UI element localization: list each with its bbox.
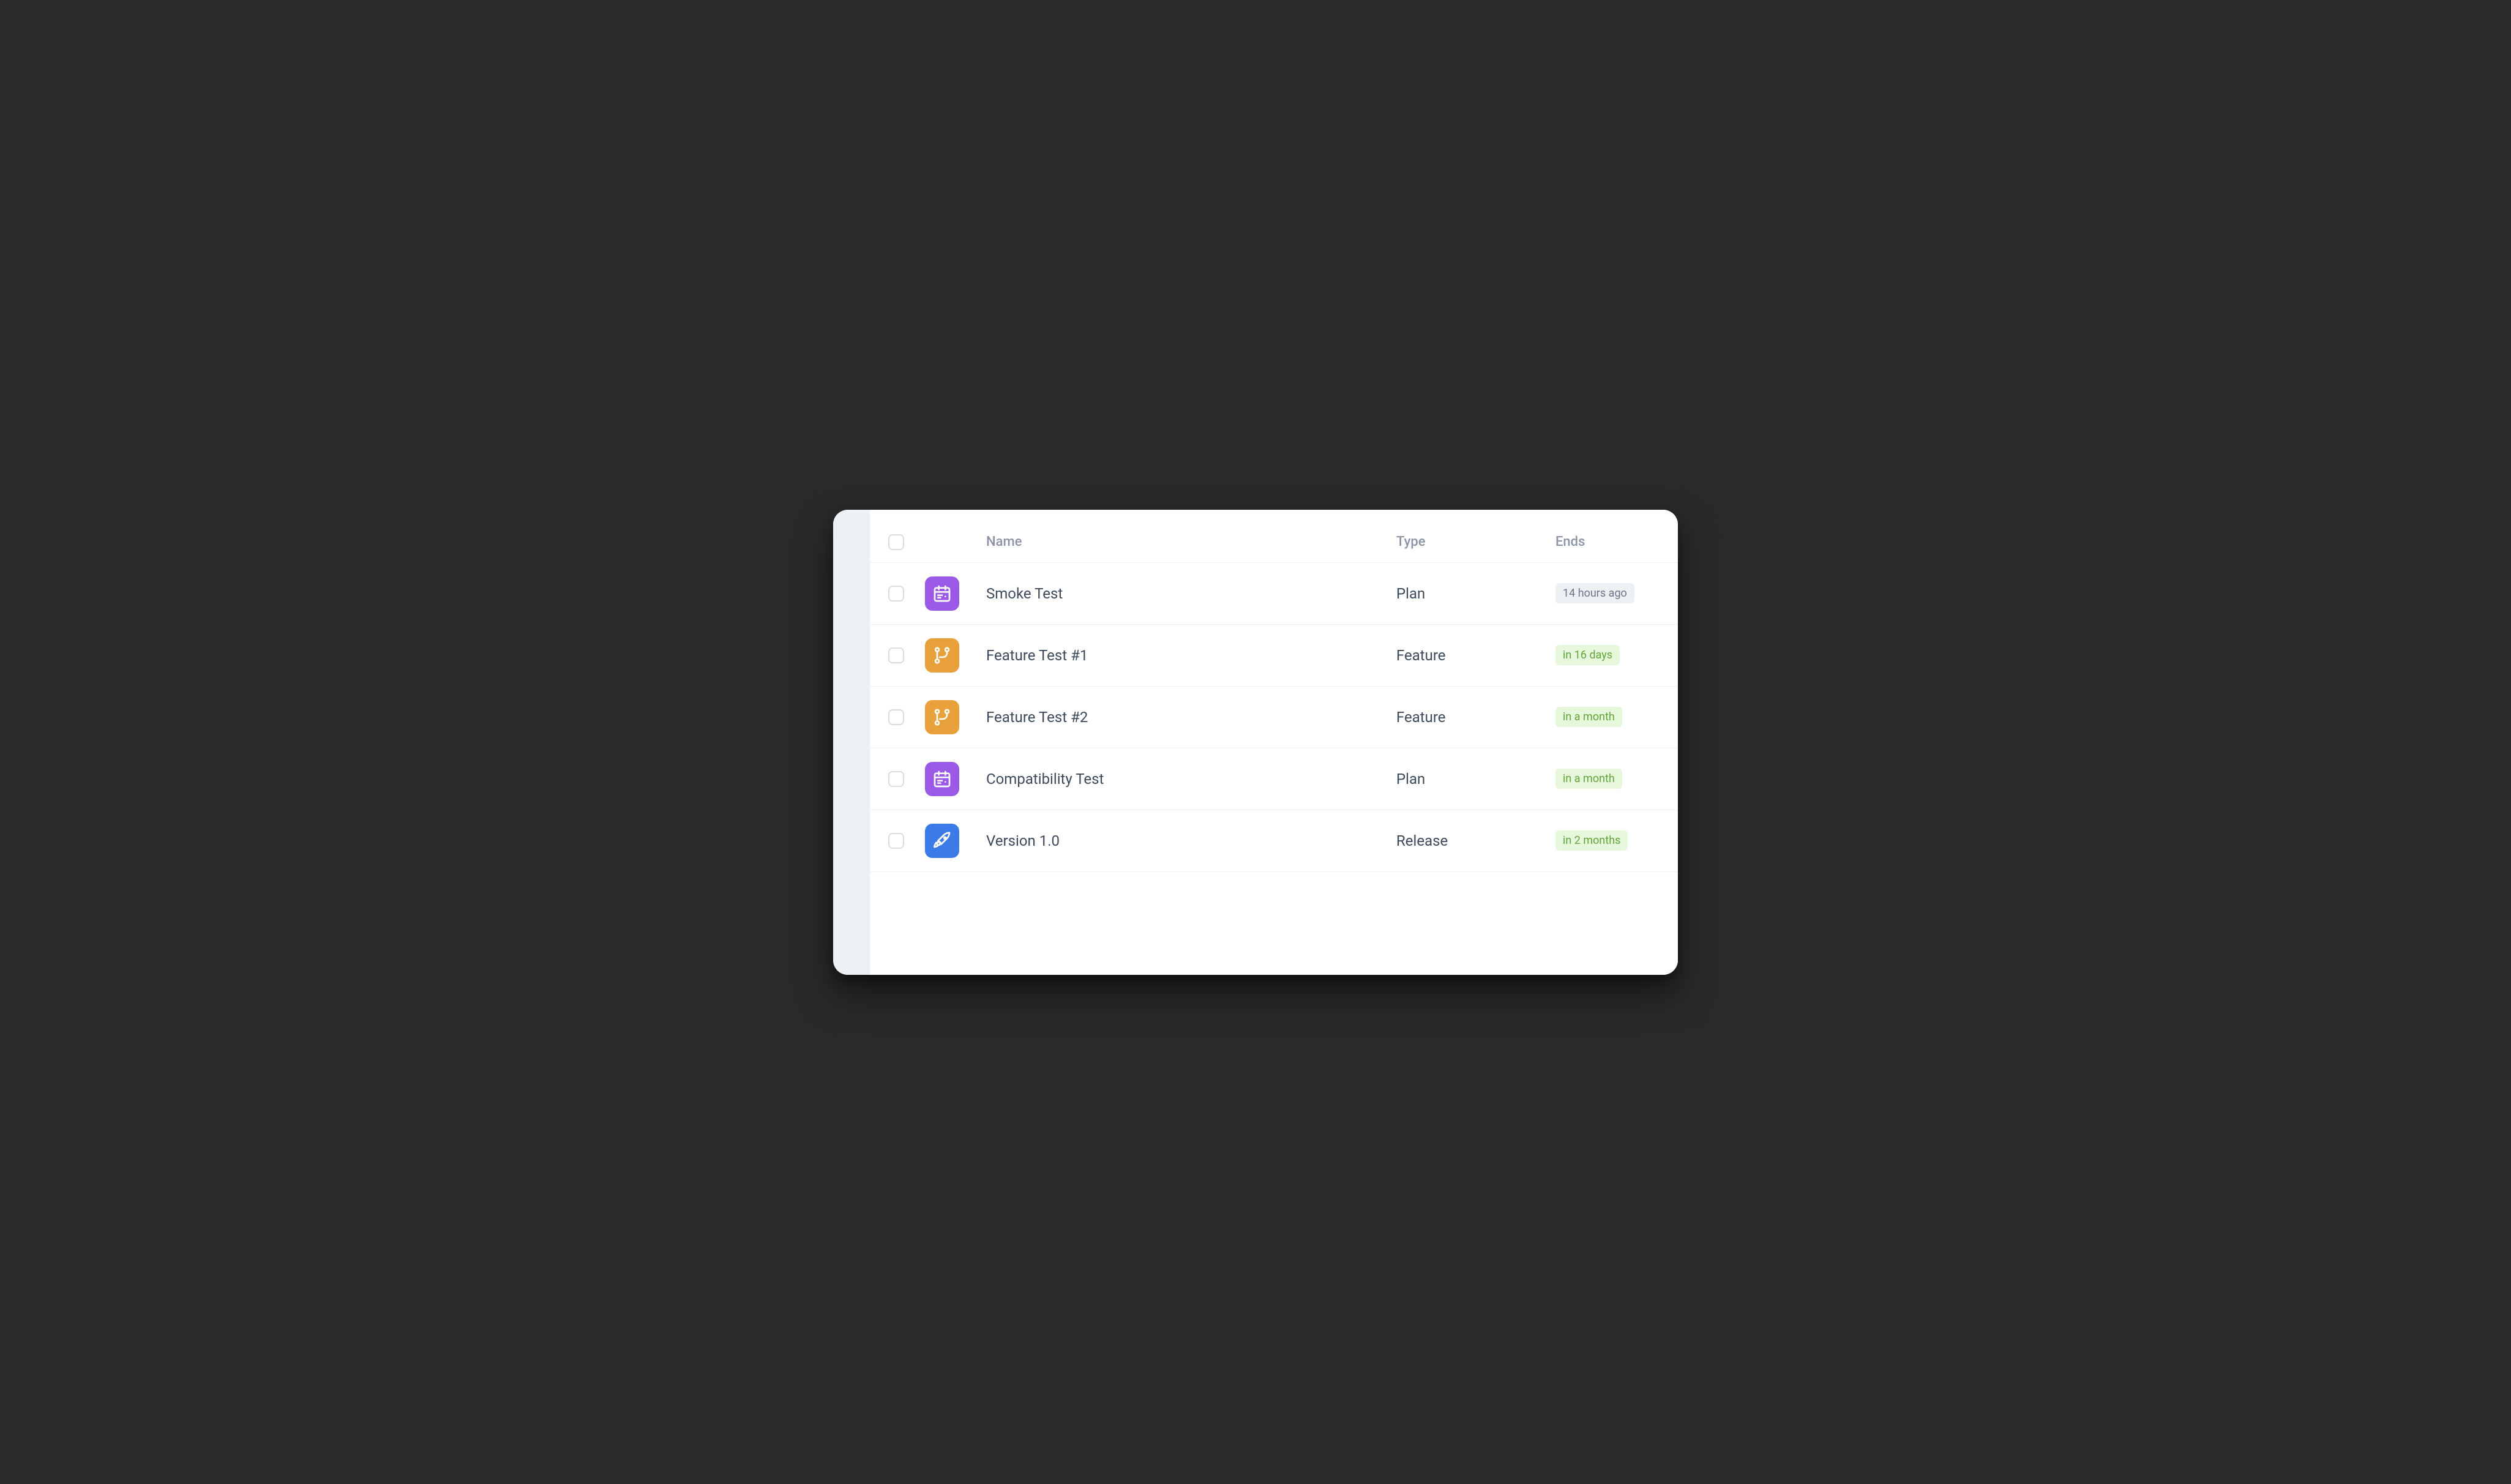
row-name: Feature Test #1 [986, 647, 1088, 664]
rocket-icon [925, 824, 959, 858]
ends-badge: in 2 months [1555, 830, 1628, 851]
main-content: Name Type Ends Smoke Test Plan 14 hours ag… [870, 510, 1678, 975]
row-name: Version 1.0 [986, 832, 1060, 849]
row-checkbox[interactable] [888, 771, 904, 787]
app-window: Name Type Ends Smoke Test Plan 14 hours ag… [833, 510, 1678, 975]
row-type: Feature [1396, 709, 1446, 726]
sidebar-spacer [833, 510, 870, 975]
table-body: Smoke Test Plan 14 hours ago Feature Test #… [870, 563, 1678, 872]
row-type: Feature [1396, 647, 1446, 664]
items-table: Name Type Ends Smoke Test Plan 14 hours ag… [870, 510, 1678, 872]
calendar-icon [925, 576, 959, 611]
table-row[interactable]: Compatibility Test Plan in a month [870, 748, 1678, 810]
row-type: Plan [1396, 770, 1425, 788]
select-all-checkbox[interactable] [888, 534, 904, 550]
column-header-name[interactable]: Name [986, 534, 1022, 550]
column-header-type[interactable]: Type [1396, 534, 1426, 550]
ends-badge: in 16 days [1555, 645, 1620, 665]
ends-badge: 14 hours ago [1555, 583, 1634, 603]
calendar-icon [925, 762, 959, 796]
table-row[interactable]: Version 1.0 Release in 2 months [870, 810, 1678, 872]
row-name: Smoke Test [986, 585, 1063, 602]
column-header-ends[interactable]: Ends [1555, 534, 1585, 550]
ends-badge: in a month [1555, 769, 1622, 789]
row-type: Release [1396, 832, 1448, 849]
table-row[interactable]: Feature Test #2 Feature in a month [870, 687, 1678, 748]
table-row[interactable]: Feature Test #1 Feature in 16 days [870, 625, 1678, 687]
row-checkbox[interactable] [888, 647, 904, 663]
ends-badge: in a month [1555, 707, 1622, 727]
row-name: Feature Test #2 [986, 709, 1088, 726]
row-name: Compatibility Test [986, 770, 1104, 788]
row-checkbox[interactable] [888, 586, 904, 602]
row-type: Plan [1396, 585, 1425, 602]
branch-icon [925, 700, 959, 734]
row-checkbox[interactable] [888, 833, 904, 849]
row-checkbox[interactable] [888, 709, 904, 725]
table-row[interactable]: Smoke Test Plan 14 hours ago [870, 563, 1678, 625]
table-header-row: Name Type Ends [870, 510, 1678, 563]
branch-icon [925, 638, 959, 673]
